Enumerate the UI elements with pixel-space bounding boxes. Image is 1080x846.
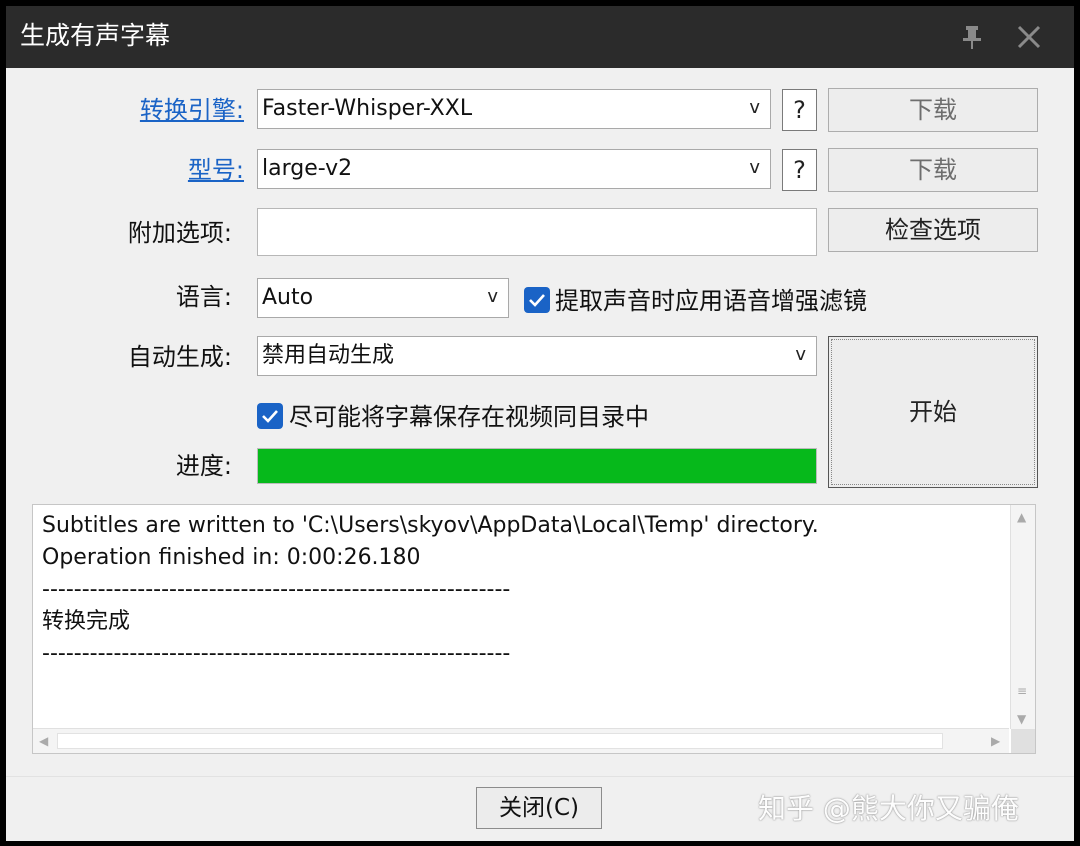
horizontal-scrollbar[interactable]: ◀ ▶ [33,728,1009,753]
save-same-dir-label[interactable]: 尽可能将字幕保存在视频同目录中 [289,400,649,434]
check-options-button[interactable]: 检查选项 [828,208,1038,252]
auto-generate-select[interactable]: 禁用自动生成 v [257,336,817,376]
progress-fill [258,449,816,483]
engine-download-button[interactable]: 下载 [828,88,1038,132]
log-output[interactable]: Subtitles are written to 'C:\Users\skyov… [32,504,1036,754]
close-button[interactable]: 关闭(C) [476,787,602,829]
horizontal-scroll-thumb[interactable] [57,733,943,749]
watermark-text: 知乎 @熊大你又骗俺 [758,792,1019,825]
log-line: 转换完成 [42,609,131,634]
language-select[interactable]: Auto v [257,278,509,318]
save-same-dir-checkbox[interactable] [257,403,283,429]
scroll-up-icon[interactable]: ▲ [1017,511,1026,523]
model-select[interactable]: large-v2 v [257,149,771,189]
vertical-scrollbar[interactable]: ▲ ≡ ▼ [1010,505,1035,729]
log-text: Subtitles are written to 'C:\Users\skyov… [42,510,819,670]
engine-select[interactable]: Faster-Whisper-XXL v [257,89,771,129]
extra-options-input[interactable] [257,208,817,256]
language-label: 语言: [175,283,232,311]
scroll-down-icon[interactable]: ▼ [1017,713,1026,725]
chevron-down-icon: v [795,344,806,365]
check-icon [529,294,545,307]
model-value: large-v2 [262,156,353,181]
chevron-down-icon: v [749,157,760,178]
pin-icon [963,26,981,49]
dialog-window: 生成有声字幕 转换引擎: Faster-Whisper-XXL v ? 下载 型… [6,6,1074,841]
scroll-grip-icon[interactable]: ≡ [1017,685,1027,697]
engine-label-link[interactable]: 转换引擎: [24,90,244,130]
voice-filter-label[interactable]: 提取声音时应用语音增强滤镜 [555,284,867,318]
engine-help-button[interactable]: ? [782,89,817,131]
log-line: ----------------------------------------… [42,641,511,666]
log-line: Operation finished in: 0:00:26.180 [42,545,421,570]
scroll-right-icon[interactable]: ▶ [991,735,1000,747]
log-line: Subtitles are written to 'C:\Users\skyov… [42,513,819,538]
chevron-down-icon: v [749,97,760,118]
extra-options-label: 附加选项: [127,219,232,247]
check-icon [262,410,278,423]
start-button[interactable]: 开始 [828,336,1038,488]
model-label-link[interactable]: 型号: [24,150,244,190]
language-value: Auto [262,285,314,310]
progress-label: 进度: [175,452,232,480]
log-line: ----------------------------------------… [42,577,511,602]
title-bar: 生成有声字幕 [6,6,1074,68]
close-icon [1017,25,1041,49]
auto-generate-label: 自动生成: [127,343,232,371]
chevron-down-icon: v [487,286,498,307]
voice-filter-checkbox[interactable] [524,287,550,313]
model-download-button[interactable]: 下载 [828,148,1038,192]
pin-button[interactable] [948,14,996,60]
auto-generate-value: 禁用自动生成 [262,343,395,368]
footer-bar: 关闭(C) 知乎 @熊大你又骗俺 [6,776,1074,841]
window-title: 生成有声字幕 [20,21,171,50]
model-help-button[interactable]: ? [782,149,817,191]
close-window-button[interactable] [1005,14,1053,60]
scroll-left-icon[interactable]: ◀ [39,735,48,747]
scroll-corner [1011,729,1035,753]
engine-value: Faster-Whisper-XXL [262,96,473,121]
progress-bar [257,448,817,484]
